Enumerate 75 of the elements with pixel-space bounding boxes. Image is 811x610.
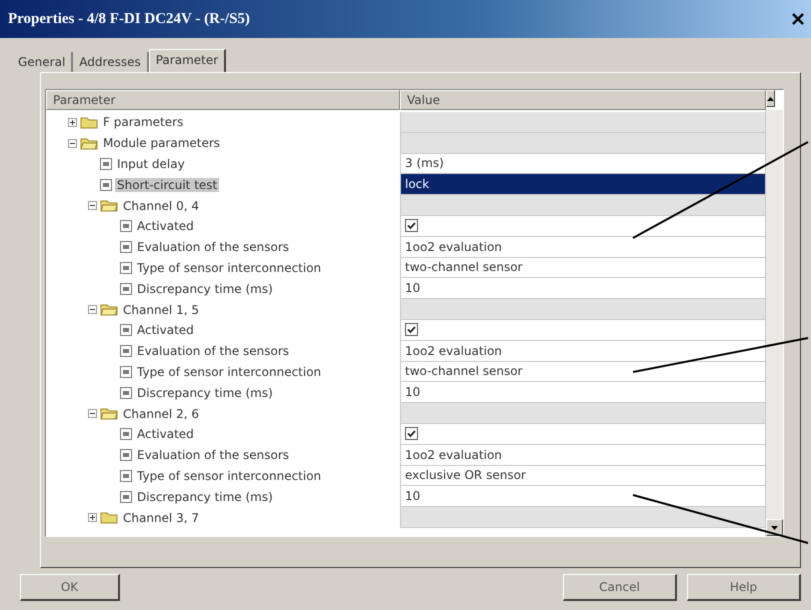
parameter-icon	[120, 366, 132, 378]
parameter-label[interactable]: F parameters	[101, 115, 186, 130]
value-cell[interactable]: lock	[400, 174, 765, 196]
parameter-label[interactable]: Type of sensor interconnection	[135, 260, 324, 275]
value-cell[interactable]: 1oo2 evaluation	[400, 340, 765, 362]
folder-icon	[100, 407, 118, 420]
down-arrow-icon	[771, 526, 778, 530]
folder-icon	[100, 511, 118, 524]
dialog-button[interactable]: Cancel	[563, 574, 677, 601]
parameter-label[interactable]: Activated	[135, 427, 196, 442]
dialog-button[interactable]: OK	[20, 574, 120, 601]
value-cell[interactable]: two-channel sensor	[400, 258, 765, 278]
value-cell[interactable]: 10	[400, 382, 765, 404]
parameter-label[interactable]: Activated	[135, 219, 196, 234]
parameter-icon	[100, 178, 112, 191]
checkbox[interactable]	[405, 219, 418, 232]
parameter-icon	[120, 262, 132, 274]
folder-icon	[80, 116, 98, 129]
parameter-label[interactable]: Channel 3, 7	[121, 510, 201, 525]
parameter-label[interactable]: Short-circuit test	[115, 178, 220, 192]
value-cell[interactable]: two-channel sensor	[400, 362, 765, 382]
up-arrow-icon	[767, 96, 774, 100]
parameter-label[interactable]: Channel 0, 4	[121, 198, 201, 213]
folder-icon	[80, 136, 98, 150]
expand-icon[interactable]	[88, 513, 97, 522]
scrollbar[interactable]	[765, 110, 783, 536]
window-title: Properties - 4/8 F-DI DC24V - (R-/S5)	[8, 10, 250, 28]
parameter-label[interactable]: Channel 2, 6	[121, 406, 201, 421]
parameter-icon	[120, 428, 132, 440]
collapse-icon[interactable]	[68, 138, 77, 148]
value-cell[interactable]	[400, 424, 765, 445]
value-cell[interactable]	[400, 320, 765, 341]
parameter-icon	[120, 449, 132, 462]
parameter-label[interactable]: Activated	[135, 323, 196, 338]
value-cell[interactable]: 10	[400, 278, 765, 300]
column-header[interactable]: Parameter	[46, 90, 400, 110]
parameter-label[interactable]: Type of sensor interconnection	[135, 468, 324, 483]
parameter-icon	[120, 282, 132, 295]
collapse-icon[interactable]	[88, 305, 97, 314]
value-cell[interactable]: 1oo2 evaluation	[400, 236, 765, 258]
value-cell[interactable]: 10	[400, 486, 765, 508]
parameter-icon	[120, 470, 132, 482]
checkbox[interactable]	[405, 323, 418, 336]
parameter-icon	[120, 241, 132, 254]
close-icon[interactable]	[791, 12, 805, 26]
collapse-icon[interactable]	[88, 201, 97, 210]
parameter-label[interactable]: Discrepancy time (ms)	[135, 386, 275, 400]
collapse-icon[interactable]	[88, 409, 97, 418]
value-cell[interactable]: 1oo2 evaluation	[400, 444, 765, 466]
scroll-up-button[interactable]	[766, 90, 775, 107]
column-header[interactable]: Value	[400, 90, 766, 110]
parameter-label[interactable]: Evaluation of the sensors	[135, 448, 292, 462]
parameter-icon	[120, 220, 132, 232]
parameter-label[interactable]: Type of sensor interconnection	[135, 364, 324, 379]
expand-icon[interactable]	[68, 118, 77, 127]
parameter-label[interactable]: Evaluation of the sensors	[135, 344, 292, 358]
parameter-label[interactable]: Discrepancy time (ms)	[135, 490, 275, 504]
dialog-button[interactable]: Help	[687, 574, 801, 601]
folder-icon	[100, 303, 118, 316]
tab[interactable]: Parameter	[148, 49, 226, 73]
parameter-icon	[120, 324, 132, 336]
parameter-icon	[120, 490, 132, 503]
parameter-label[interactable]: Discrepancy time (ms)	[135, 282, 275, 296]
parameter-label[interactable]: Channel 1, 5	[121, 302, 201, 317]
parameter-icon	[120, 386, 132, 399]
value-cell[interactable]	[400, 216, 765, 237]
parameter-label[interactable]: Evaluation of the sensors	[135, 240, 292, 254]
parameter-icon	[120, 345, 132, 358]
parameter-label[interactable]: Module parameters	[101, 136, 222, 150]
value-cell[interactable]: 3 (ms)	[400, 154, 765, 174]
checkbox[interactable]	[405, 427, 418, 440]
value-cell[interactable]: exclusive OR sensor	[400, 466, 765, 486]
parameter-label[interactable]: Input delay	[115, 156, 187, 171]
folder-icon	[100, 199, 118, 212]
parameter-icon	[100, 158, 112, 170]
